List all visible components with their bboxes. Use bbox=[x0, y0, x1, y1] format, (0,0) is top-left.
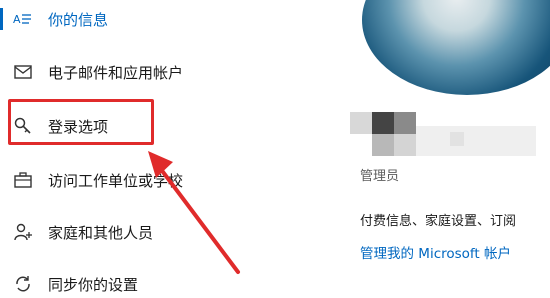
active-indicator bbox=[0, 8, 3, 30]
briefcase-icon bbox=[12, 169, 34, 191]
billing-info-text: 付费信息、家庭设置、订阅 bbox=[360, 214, 517, 229]
svg-text:A: A bbox=[13, 13, 21, 26]
account-role: 管理员 bbox=[360, 169, 400, 184]
sync-icon bbox=[12, 273, 34, 295]
sidebar-item-label: 同步你的设置 bbox=[48, 275, 139, 294]
sidebar-item-label: 家庭和其他人员 bbox=[48, 223, 154, 242]
highlight-box bbox=[8, 99, 154, 145]
sidebar-item-label: 电子邮件和应用帐户 bbox=[48, 63, 184, 82]
profile-avatar bbox=[362, 0, 550, 95]
manage-account-link[interactable]: 管理我的 Microsoft 帐户 bbox=[360, 242, 511, 262]
person-card-icon: A bbox=[12, 8, 34, 30]
mail-icon bbox=[12, 61, 34, 83]
person-add-icon bbox=[12, 221, 34, 243]
account-panel: 管理员 付费信息、家庭设置、订阅 管理我的 Microsoft 帐户 bbox=[340, 0, 550, 289]
sidebar-item-label: 访问工作单位或学校 bbox=[48, 171, 184, 190]
sidebar-item-label: 你的信息 bbox=[48, 10, 109, 29]
